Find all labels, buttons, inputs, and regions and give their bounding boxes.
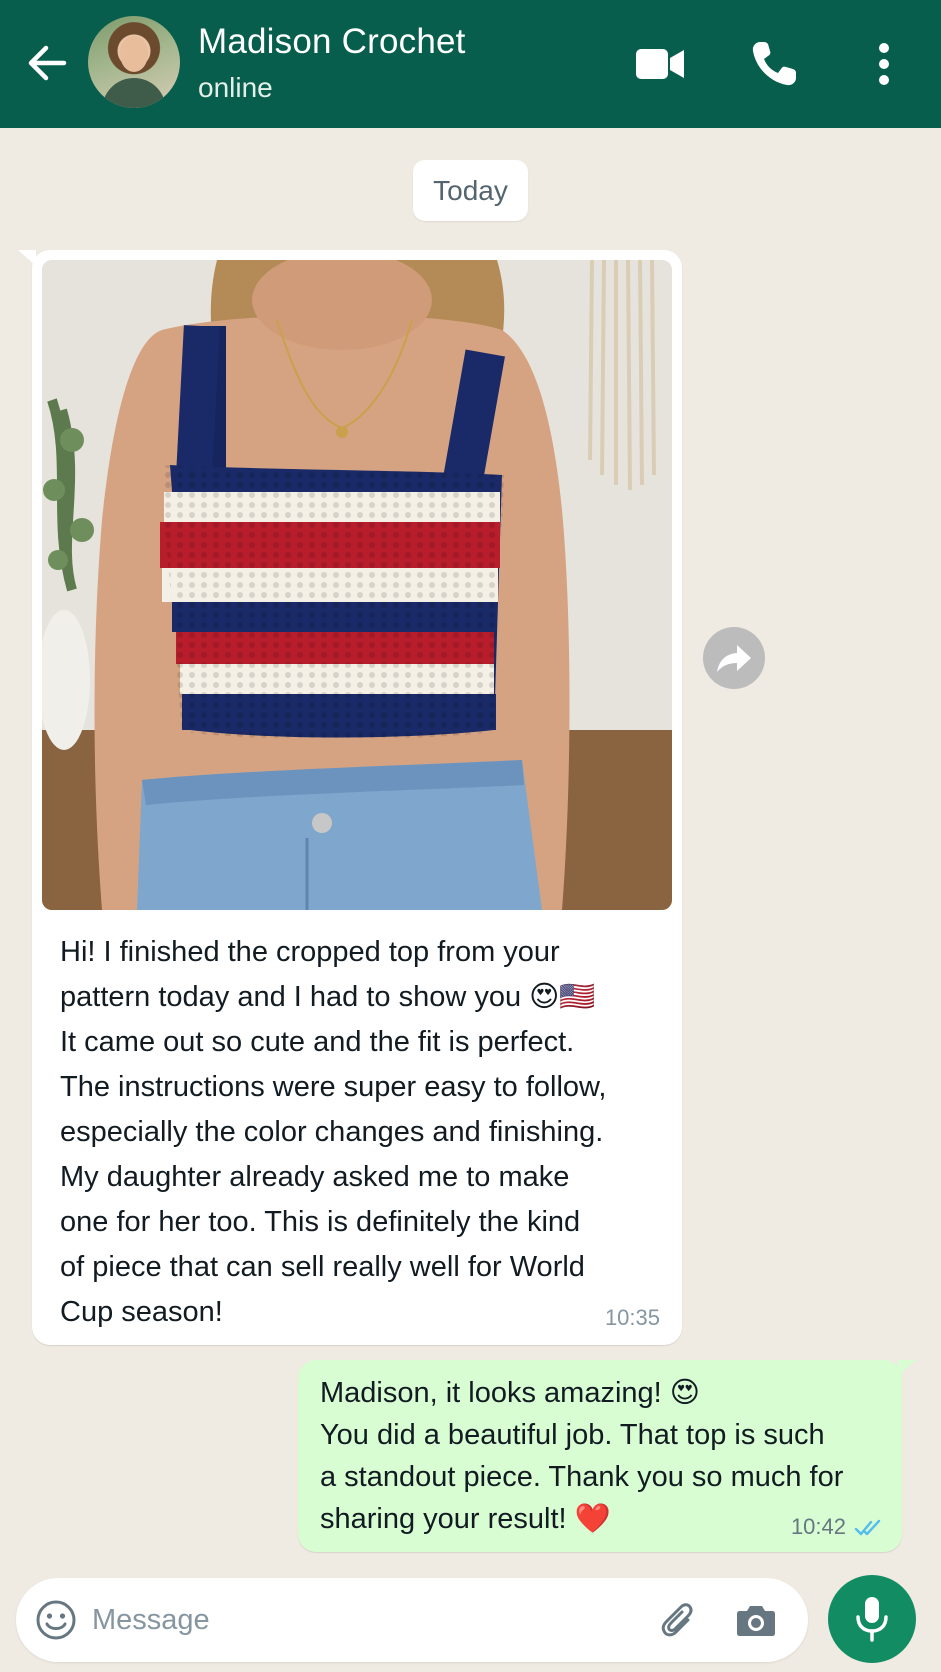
microphone-button[interactable] bbox=[828, 1575, 916, 1663]
phone-icon[interactable] bbox=[746, 36, 802, 92]
back-arrow-icon[interactable] bbox=[22, 38, 72, 88]
forward-icon[interactable] bbox=[703, 627, 765, 689]
emoji-icon[interactable] bbox=[34, 1598, 78, 1642]
video-call-icon[interactable] bbox=[632, 36, 688, 92]
paperclip-icon[interactable] bbox=[658, 1598, 702, 1642]
read-ticks-icon bbox=[854, 1518, 884, 1538]
chat-header: Madison Crochet online bbox=[0, 0, 941, 128]
outgoing-message-time: 10:42 bbox=[790, 1514, 846, 1539]
contact-status: online bbox=[198, 72, 273, 103]
incoming-message[interactable]: Hi! I finished the cropped top from your… bbox=[18, 250, 682, 1345]
more-options-icon[interactable] bbox=[856, 36, 912, 92]
camera-icon[interactable] bbox=[734, 1598, 778, 1642]
contact-name[interactable]: Madison Crochet bbox=[198, 22, 466, 62]
avatar-face bbox=[120, 36, 148, 72]
avatar-shoulders bbox=[102, 78, 166, 108]
bubble-tail bbox=[18, 250, 36, 266]
message-input[interactable] bbox=[92, 1592, 652, 1648]
date-separator: Today bbox=[413, 160, 528, 221]
message-photo[interactable] bbox=[42, 260, 672, 910]
microphone-icon bbox=[856, 1597, 888, 1642]
incoming-message-time: 10:35 bbox=[604, 1305, 660, 1330]
bubble-tail bbox=[898, 1360, 916, 1376]
incoming-message-text: Hi! I finished the cropped top from your… bbox=[60, 936, 607, 1328]
avatar[interactable] bbox=[88, 16, 180, 108]
outgoing-message[interactable]: Madison, it looks amazing! 😍 You did a b… bbox=[298, 1360, 916, 1552]
message-composer bbox=[16, 1578, 808, 1662]
